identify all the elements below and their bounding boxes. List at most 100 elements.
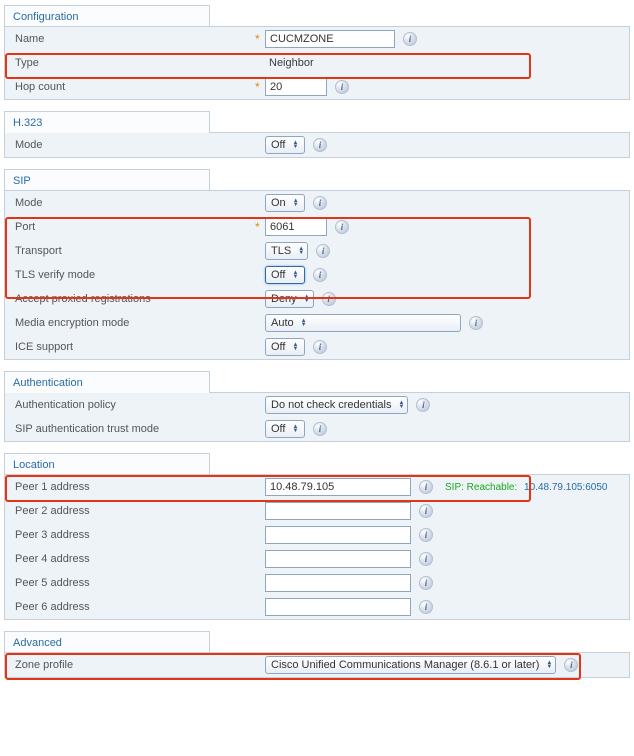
row-peer6: Peer 6 address i [5,595,629,619]
info-icon[interactable]: i [419,576,433,590]
peer1-input[interactable] [265,478,411,496]
row-sip-media-enc: Media encryption mode Auto ▲▼ i [5,311,629,335]
info-icon[interactable]: i [335,220,349,234]
chevron-updown-icon: ▲▼ [397,401,405,409]
row-peer1: Peer 1 address i SIP: Reachable: 10.48.7… [5,475,629,499]
info-icon[interactable]: i [313,268,327,282]
info-icon[interactable]: i [419,480,433,494]
peer4-input[interactable] [265,550,411,568]
peer3-input[interactable] [265,526,411,544]
row-sip-port: Port * i [5,215,629,239]
section-sip: SIP Mode On ▲▼ i Port * i Transport [4,168,630,360]
info-icon[interactable]: i [335,80,349,94]
section-body-configuration: Name * i Type Neighbor Hop count * i [4,26,630,100]
label-zone-profile: Zone profile [9,659,255,671]
row-sip-ice: ICE support Off ▲▼ i [5,335,629,359]
chevron-updown-icon: ▲▼ [291,141,299,149]
peer6-input[interactable] [265,598,411,616]
row-name: Name * i [5,27,629,51]
info-icon[interactable]: i [313,422,327,436]
chevron-updown-icon: ▲▼ [303,295,311,303]
section-advanced: Advanced Zone profile Cisco Unified Comm… [4,630,630,678]
label-peer4: Peer 4 address [9,553,255,565]
peer1-status: SIP: Reachable: 10.48.79.105:6050 [433,482,625,493]
row-sip-transport: Transport TLS ▲▼ i [5,239,629,263]
h323-mode-select[interactable]: Off ▲▼ [265,136,305,154]
chevron-updown-icon: ▲▼ [300,319,308,327]
info-icon[interactable]: i [469,316,483,330]
chevron-updown-icon: ▲▼ [545,661,553,669]
section-body-authentication: Authentication policy Do not check crede… [4,392,630,442]
row-sip-mode: Mode On ▲▼ i [5,191,629,215]
sip-accept-proxied-select[interactable]: Deny ▲▼ [265,290,314,308]
info-icon[interactable]: i [403,32,417,46]
chevron-updown-icon: ▲▼ [291,343,299,351]
info-icon[interactable]: i [419,600,433,614]
label-hop: Hop count [9,81,255,93]
type-value: Neighbor [265,57,314,69]
label-peer3: Peer 3 address [9,529,255,541]
label-h323-mode: Mode [9,139,255,151]
sip-ice-select[interactable]: Off ▲▼ [265,338,305,356]
sip-transport-select[interactable]: TLS ▲▼ [265,242,308,260]
label-type: Type [9,57,255,69]
sip-port-input[interactable] [265,218,327,236]
label-peer2: Peer 2 address [9,505,255,517]
section-configuration: Configuration Name * i Type Neighbor Hop… [4,4,630,100]
info-icon[interactable]: i [419,504,433,518]
section-authentication: Authentication Authentication policy Do … [4,370,630,442]
required-marker: * [255,80,261,94]
section-tab-advanced: Advanced [4,631,210,653]
info-icon[interactable]: i [313,196,327,210]
label-name: Name [9,33,255,45]
label-auth-policy: Authentication policy [9,399,255,411]
row-type: Type Neighbor [5,51,629,75]
peer5-input[interactable] [265,574,411,592]
row-auth-trust: SIP authentication trust mode Off ▲▼ i [5,417,629,441]
hop-input[interactable] [265,78,327,96]
row-auth-policy: Authentication policy Do not check crede… [5,393,629,417]
info-icon[interactable]: i [419,528,433,542]
label-sip-transport: Transport [9,245,255,257]
info-icon[interactable]: i [313,138,327,152]
row-peer3: Peer 3 address i [5,523,629,547]
auth-trust-select[interactable]: Off ▲▼ [265,420,305,438]
peer2-input[interactable] [265,502,411,520]
section-tab-configuration: Configuration [4,5,210,27]
sip-mode-select[interactable]: On ▲▼ [265,194,305,212]
section-tab-authentication: Authentication [4,371,210,393]
label-sip-ice: ICE support [9,341,255,353]
name-input[interactable] [265,30,395,48]
label-peer1: Peer 1 address [9,481,255,493]
label-peer5: Peer 5 address [9,577,255,589]
info-icon[interactable]: i [316,244,330,258]
row-peer2: Peer 2 address i [5,499,629,523]
row-peer5: Peer 5 address i [5,571,629,595]
info-icon[interactable]: i [416,398,430,412]
info-icon[interactable]: i [322,292,336,306]
label-sip-mode: Mode [9,197,255,209]
row-sip-accept-proxied: Accept proxied registrations Deny ▲▼ i [5,287,629,311]
row-zone-profile: Zone profile Cisco Unified Communication… [5,653,629,677]
sip-tlsverify-select[interactable]: Off ▲▼ [265,266,305,284]
section-h323: H.323 Mode Off ▲▼ i [4,110,630,158]
chevron-updown-icon: ▲▼ [291,271,299,279]
zone-profile-select[interactable]: Cisco Unified Communications Manager (8.… [265,656,556,674]
info-icon[interactable]: i [313,340,327,354]
sip-media-enc-select[interactable]: Auto ▲▼ [265,314,461,332]
chevron-updown-icon: ▲▼ [292,199,300,207]
section-body-h323: Mode Off ▲▼ i [4,132,630,158]
row-hop: Hop count * i [5,75,629,99]
info-icon[interactable]: i [419,552,433,566]
section-tab-location: Location [4,453,210,475]
label-peer6: Peer 6 address [9,601,255,613]
chevron-updown-icon: ▲▼ [291,425,299,433]
section-tab-sip: SIP [4,169,210,191]
info-icon[interactable]: i [564,658,578,672]
chevron-updown-icon: ▲▼ [297,247,305,255]
auth-policy-select[interactable]: Do not check credentials ▲▼ [265,396,408,414]
section-body-advanced: Zone profile Cisco Unified Communication… [4,652,630,678]
required-marker: * [255,220,261,234]
label-sip-tlsverify: TLS verify mode [9,269,255,281]
row-h323-mode: Mode Off ▲▼ i [5,133,629,157]
